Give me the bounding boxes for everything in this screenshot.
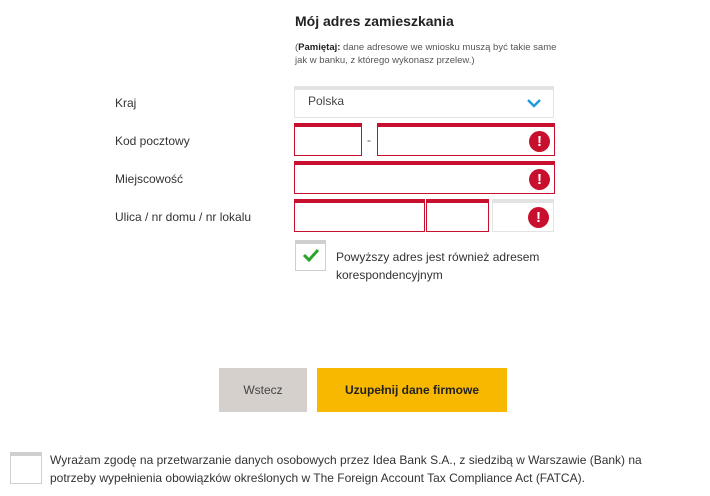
correspondence-label: Powyższy adres jest również adresem kore… — [336, 250, 540, 282]
back-button[interactable]: Wstecz — [219, 368, 307, 412]
country-label: Kraj — [115, 96, 137, 110]
street-label: Ulica / nr domu / nr lokalu — [115, 210, 252, 224]
postal-code-label: Kod pocztowy — [115, 134, 190, 148]
country-value: Polska — [308, 94, 345, 108]
error-icon: ! — [529, 131, 550, 152]
street-input[interactable] — [294, 199, 425, 232]
house-number-input[interactable] — [426, 199, 489, 232]
section-title: Mój adres zamieszkania — [295, 13, 454, 29]
chevron-down-icon — [527, 99, 541, 108]
correspondence-checkbox[interactable] — [295, 240, 326, 271]
error-icon: ! — [528, 207, 549, 228]
city-label: Miejscowość — [115, 172, 184, 186]
error-icon: ! — [529, 169, 550, 190]
note-bold: Pamiętaj: — [298, 42, 341, 53]
city-input[interactable]: ! — [294, 161, 555, 194]
consent-text: Wyrażam zgodę na przetwarzanie danych os… — [50, 453, 642, 485]
country-select[interactable]: Polska — [294, 86, 554, 118]
checkmark-icon — [302, 248, 320, 262]
postal-code-part2-input[interactable]: ! — [377, 123, 555, 156]
apartment-number-input[interactable]: ! — [492, 199, 554, 232]
consent-checkbox[interactable] — [10, 452, 42, 484]
continue-button[interactable]: Uzupełnij dane firmowe — [317, 368, 507, 412]
postal-code-separator: - — [367, 133, 371, 147]
address-note: (Pamiętaj: dane adresowe we wniosku musz… — [295, 41, 565, 67]
postal-code-part1-input[interactable] — [294, 123, 362, 156]
